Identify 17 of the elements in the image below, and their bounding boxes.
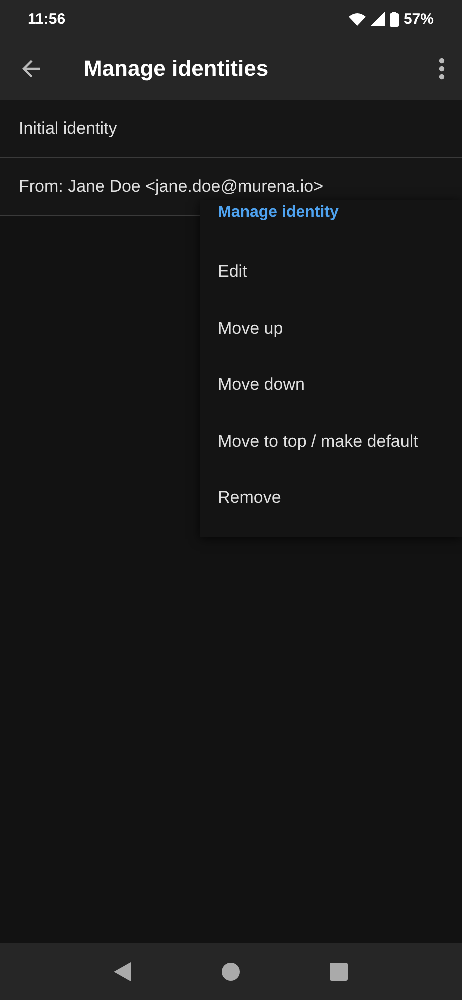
- more-options-icon[interactable]: [438, 57, 446, 81]
- screen-title: Manage identities: [84, 56, 270, 82]
- battery-percent: 57%: [404, 10, 434, 28]
- menu-item[interactable]: Move up: [200, 300, 462, 357]
- home-icon[interactable]: [222, 962, 240, 980]
- status-time: 11:56: [28, 10, 66, 28]
- menu-header: Manage identity: [217, 203, 340, 223]
- back-icon[interactable]: [114, 962, 132, 982]
- recents-icon[interactable]: [330, 962, 348, 980]
- menu-item[interactable]: Move down: [200, 357, 462, 414]
- signal-icon: [370, 12, 385, 26]
- menu-item[interactable]: Move to top / make default: [200, 414, 462, 470]
- identity-item[interactable]: Initial identity: [19, 118, 118, 138]
- battery-icon: [390, 12, 399, 26]
- menu-item[interactable]: Remove: [200, 470, 462, 526]
- menu-item[interactable]: Edit: [200, 244, 462, 300]
- wifi-icon: [348, 12, 366, 26]
